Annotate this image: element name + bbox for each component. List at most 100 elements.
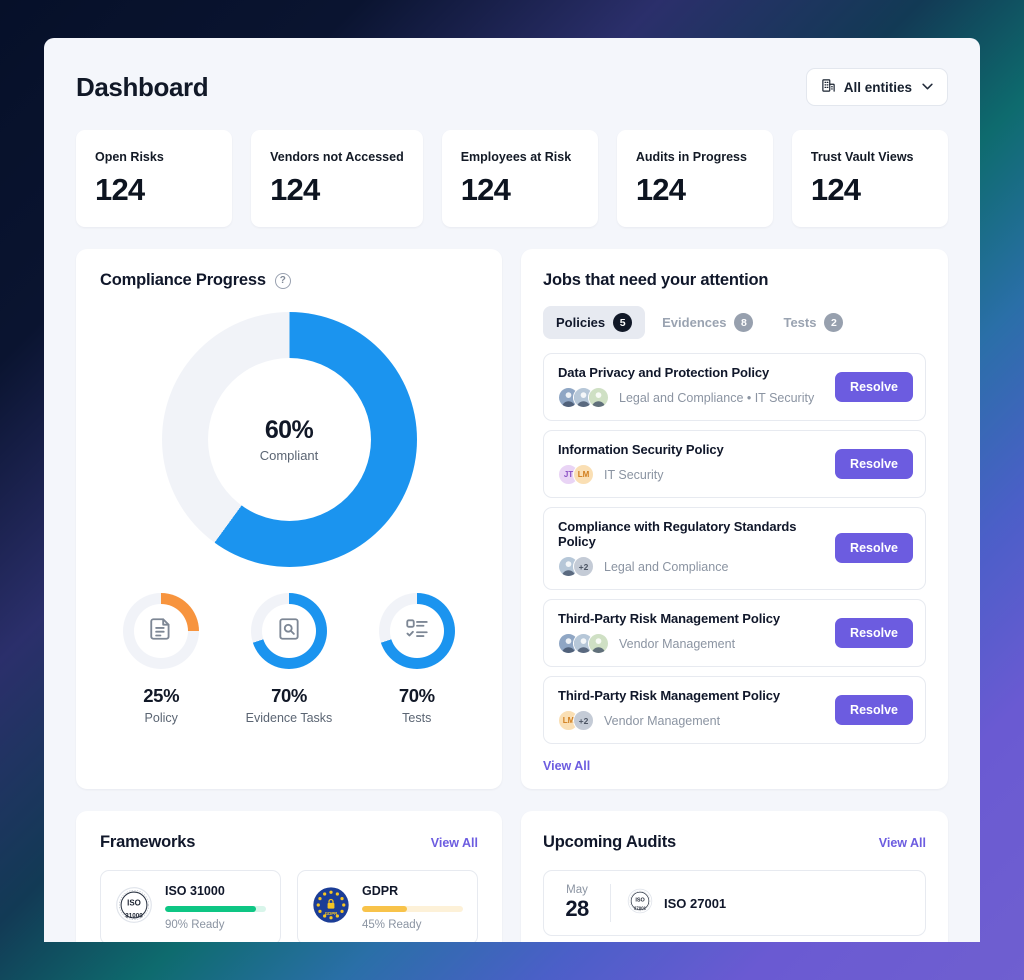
dashboard-window: Dashboard All entities Open Risks 124 Vend… <box>44 38 980 942</box>
kpi-card[interactable]: Audits in Progress 124 <box>616 130 773 227</box>
mini-gauge-percent: 25% <box>143 685 180 706</box>
kpi-value: 124 <box>460 172 511 207</box>
avatar-group <box>558 633 609 654</box>
resolve-button[interactable]: Resolve <box>835 371 913 402</box>
compliance-progress-title: Compliance Progress <box>100 271 266 289</box>
framework-progress-bar <box>165 906 266 912</box>
upcoming-audits-header: Upcoming Audits View All <box>543 833 926 852</box>
tab-label: Evidences <box>662 315 727 330</box>
job-meta: Legal and Compliance • IT Security <box>558 387 814 408</box>
avatar-group: LM +2 <box>558 710 594 731</box>
building-icon <box>821 78 836 96</box>
mini-gauge-center <box>389 604 444 658</box>
tab-badge: 8 <box>734 313 754 332</box>
tab-tests[interactable]: Tests 2 <box>770 306 856 339</box>
compliance-progress-card: Compliance Progress ? 60% Compliant 25% P… <box>76 249 502 789</box>
tab-policies[interactable]: Policies 5 <box>543 306 646 339</box>
donut-percent: 60% <box>264 416 314 444</box>
kpi-value: 124 <box>95 172 145 207</box>
entity-selector-label: All entities <box>843 79 912 95</box>
avatar <box>588 387 609 408</box>
mini-gauge-percent: 70% <box>271 685 307 706</box>
framework-ready-label: 45% Ready <box>362 919 422 931</box>
mini-gauge-ring <box>250 593 327 669</box>
frameworks-header: Frameworks View All <box>100 833 478 852</box>
jobs-list: Data Privacy and Protection Policy Legal … <box>543 353 926 744</box>
audit-divider <box>610 884 611 922</box>
svg-text:31000: 31000 <box>125 913 143 920</box>
job-row[interactable]: Third-Party Risk Management Policy LM +2 Ve… <box>543 676 926 744</box>
donut-label: Compliant <box>259 448 319 463</box>
frameworks-title: Frameworks <box>100 833 196 851</box>
resolve-button[interactable]: Resolve <box>835 448 913 479</box>
avatar-group: JT LM <box>558 464 594 485</box>
frameworks-list: ISO 31000 ISO 31000 90% Ready GDPR GDPR 45% Re… <box>100 870 478 942</box>
framework-progress-bar <box>362 906 463 912</box>
tab-badge: 2 <box>824 313 844 332</box>
jobs-card: Jobs that need your attention Policies 5 E… <box>521 249 948 789</box>
mini-gauge-ring <box>123 593 200 669</box>
job-row[interactable]: Third-Party Risk Management Policy Vendor… <box>543 599 926 667</box>
frameworks-card: Frameworks View All ISO 31000 ISO 31000 90%… <box>76 811 502 942</box>
kpi-card[interactable]: Trust Vault Views 124 <box>791 130 948 227</box>
job-row-content: Compliance with Regulatory Standards Pol… <box>558 519 835 577</box>
mini-gauge-center <box>261 604 316 658</box>
tab-label: Policies <box>556 315 606 330</box>
kpi-card[interactable]: Open Risks 124 <box>76 130 233 227</box>
job-meta: LM +2 Vendor Management <box>558 710 780 731</box>
page-title: Dashboard <box>76 71 209 102</box>
job-row-content: Information Security Policy JT LM IT Securi… <box>558 442 724 485</box>
audit-month: May <box>566 884 588 897</box>
entity-selector[interactable]: All entities <box>805 68 948 106</box>
kpi-value: 124 <box>635 172 686 207</box>
framework-name: GDPR <box>362 884 399 898</box>
framework-item[interactable]: GDPR GDPR 45% Ready <box>297 870 478 942</box>
job-row-content: Third-Party Risk Management Policy LM +2 Ve… <box>558 688 780 731</box>
job-department: Vendor Management <box>604 713 721 728</box>
jobs-title: Jobs that need your attention <box>543 271 769 289</box>
kpi-card[interactable]: Vendors not Accessed 124 <box>251 130 423 227</box>
mini-gauge-label: Tests <box>402 711 432 725</box>
resolve-button[interactable]: Resolve <box>835 533 913 563</box>
framework-item[interactable]: ISO 31000 ISO 31000 90% Ready <box>100 870 281 942</box>
resolve-button[interactable]: Resolve <box>835 617 913 648</box>
tab-evidences[interactable]: Evidences 8 <box>649 306 766 339</box>
frameworks-view-all-link[interactable]: View All <box>431 836 478 850</box>
job-department: Vendor Management <box>619 636 736 651</box>
job-row-content: Third-Party Risk Management Policy Vendor… <box>558 611 780 654</box>
mini-gauge-label: Policy <box>144 711 178 725</box>
kpi-label: Open Risks <box>95 150 164 164</box>
kpi-label: Vendors not Accessed <box>270 150 404 164</box>
iso-27001-badge: ISO 27001 <box>627 888 653 919</box>
jobs-view-all-link[interactable]: View All <box>543 759 590 773</box>
job-row[interactable]: Information Security Policy JT LM IT Securi… <box>543 430 926 498</box>
help-icon[interactable]: ? <box>274 272 291 289</box>
tab-badge: 5 <box>613 313 633 332</box>
kpi-card[interactable]: Employees at Risk 124 <box>441 130 598 227</box>
audit-item[interactable]: May 28 ISO 27001 ISO 27001 <box>543 870 926 936</box>
upcoming-audits-card: Upcoming Audits View All May 28 ISO 27001 IS… <box>521 811 948 942</box>
avatar-overflow-count: +2 <box>573 556 594 577</box>
mini-gauge: 25% Policy <box>123 593 200 725</box>
job-department: Legal and Compliance • IT Security <box>619 390 815 405</box>
job-row[interactable]: Data Privacy and Protection Policy Legal … <box>543 353 926 421</box>
compliance-donut-chart: 60% Compliant <box>100 312 478 567</box>
document-search-icon <box>276 616 302 647</box>
job-meta: JT LM IT Security <box>558 464 724 485</box>
svg-text:27001: 27001 <box>634 905 647 910</box>
avatar-group: +2 <box>558 556 594 577</box>
mini-gauge-ring <box>378 593 455 669</box>
job-row[interactable]: Compliance with Regulatory Standards Pol… <box>543 507 926 590</box>
job-title: Data Privacy and Protection Policy <box>558 365 770 380</box>
donut-center: 60% Compliant <box>207 358 371 521</box>
mini-gauge: 70% Tests <box>378 593 455 725</box>
chevron-down-icon <box>922 82 933 93</box>
audit-framework: ISO 27001 ISO 27001 <box>627 888 726 919</box>
kpi-label: Audits in Progress <box>635 150 747 164</box>
audits-view-all-link[interactable]: View All <box>879 836 926 850</box>
jobs-tabs: Policies 5 Evidences 8 Tests 2 <box>543 306 926 339</box>
resolve-button[interactable]: Resolve <box>835 694 913 725</box>
compliance-progress-header: Compliance Progress ? <box>100 271 478 290</box>
job-row-content: Data Privacy and Protection Policy Legal … <box>558 365 814 408</box>
mini-gauges-row: 25% Policy 70% Evidence Tasks 70% Tests <box>100 593 478 725</box>
